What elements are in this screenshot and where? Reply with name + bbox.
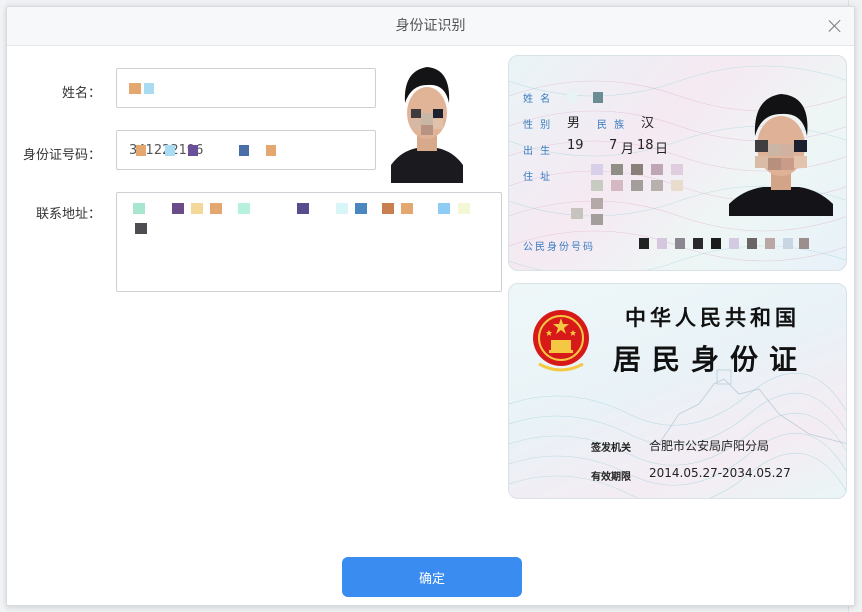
card-birth-day-unit: 日 xyxy=(655,142,669,157)
card-id-number-label: 公民身份号码 xyxy=(523,242,595,253)
address-textarea[interactable] xyxy=(116,192,502,292)
card-id-number-redacted xyxy=(639,238,809,252)
dialog-header: 身份证识别 xyxy=(7,7,854,46)
redacted-block xyxy=(457,203,470,214)
dialog-title: 身份证识别 xyxy=(395,18,466,34)
card-portrait xyxy=(729,94,833,216)
card-name-label: 姓 名 xyxy=(523,94,553,105)
redacted-block xyxy=(335,203,348,214)
card-ethnicity-label: 民 族 xyxy=(597,120,627,131)
national-emblem-icon xyxy=(533,310,589,372)
id-number-label: 身份证号码： xyxy=(22,148,101,163)
redacted-block xyxy=(164,145,175,156)
redacted-block xyxy=(133,203,145,214)
redacted-block xyxy=(135,145,146,156)
redacted-block xyxy=(239,145,250,156)
confirm-button[interactable]: 确定 xyxy=(342,557,522,597)
close-icon[interactable] xyxy=(826,17,844,35)
redacted-block xyxy=(382,203,395,214)
redacted-block xyxy=(438,203,451,214)
portrait-photo xyxy=(389,53,465,183)
address-label: 联系地址： xyxy=(35,207,101,222)
redacted-block xyxy=(135,223,147,234)
issuer-value: 合肥市公安局庐阳分局 xyxy=(649,439,770,453)
card-birth-year: 19 xyxy=(567,138,584,153)
name-label: 姓名： xyxy=(61,86,101,101)
card-main-title: 居民身份证 xyxy=(613,343,809,376)
redacted-block xyxy=(144,83,154,94)
redacted-block xyxy=(191,203,204,214)
id-recognition-dialog: 身份证识别 姓名： 身份证号码： 341222196 联系地址： xyxy=(6,6,855,606)
card-birth-month: 7 xyxy=(609,138,618,153)
id-card-front-image: 姓 名 性 别 男 民 族 汉 出 生 19 7 月 18 日 住 址 公民身份… xyxy=(508,55,847,271)
card-birth-label: 出 生 xyxy=(523,146,553,157)
redacted-block xyxy=(210,203,223,214)
redacted-block xyxy=(567,92,577,103)
redacted-block xyxy=(354,203,367,214)
redacted-block xyxy=(266,145,277,156)
redacted-block xyxy=(129,83,141,94)
redacted-block xyxy=(593,92,603,103)
portrait-illustration xyxy=(391,67,463,183)
redacted-block xyxy=(296,203,309,214)
card-birth-month-unit: 月 xyxy=(621,142,635,157)
card-sex-value: 男 xyxy=(567,116,581,131)
id-number-input[interactable]: 341222196 xyxy=(116,130,376,170)
card-ethnicity-value: 汉 xyxy=(641,116,655,131)
validity-value: 2014.05.27-2034.05.27 xyxy=(649,466,791,480)
redacted-block xyxy=(172,203,185,214)
issuer-label: 签发机关 xyxy=(591,443,631,454)
card-sex-label: 性 别 xyxy=(523,120,553,131)
redacted-block xyxy=(237,203,250,214)
card-address-label: 住 址 xyxy=(523,172,553,183)
card-address-redacted xyxy=(567,164,707,226)
name-input[interactable] xyxy=(116,68,376,108)
validity-label: 有效期限 xyxy=(591,472,631,483)
redacted-block xyxy=(401,203,414,214)
card-birth-day: 18 xyxy=(637,138,654,153)
redacted-block xyxy=(187,145,198,156)
id-card-back-image: 中华人民共和国 居民身份证 签发机关 合肥市公安局庐阳分局 有效期限 2014.… xyxy=(508,283,847,499)
card-country-title: 中华人民共和国 xyxy=(625,305,800,330)
